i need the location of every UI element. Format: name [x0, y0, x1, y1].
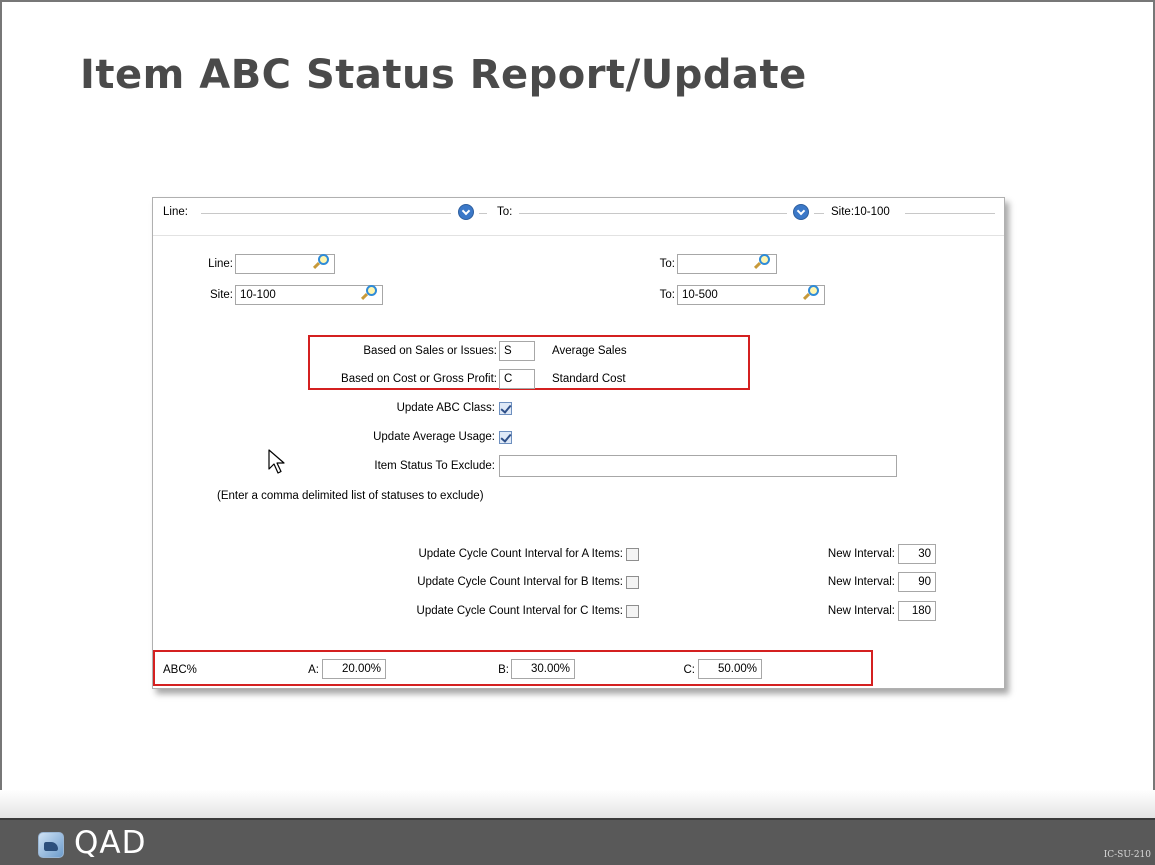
abc-b-label: B: [498, 664, 509, 676]
cycle-c-label: Update Cycle Count Interval for C Items: [416, 605, 623, 617]
exclude-status-label: Item Status To Exclude: [374, 460, 495, 472]
cycle-c-interval-label: New Interval: [827, 605, 895, 617]
abc-c-label: C: [683, 664, 696, 676]
slide-title: Item ABC Status Report/Update [80, 52, 807, 98]
header-divider [905, 213, 995, 214]
exclude-status-input[interactable] [499, 455, 897, 477]
header-line-label: Line: [163, 206, 188, 218]
cycle-b-interval-label: New Interval: [827, 576, 895, 588]
line-to-lookup-icon[interactable] [753, 254, 770, 270]
abc-status-form: Line: To: Site:10-100 Line: To: Site: 10… [152, 197, 1005, 689]
line-from-label: Line: [208, 258, 233, 270]
cycle-a-interval-input[interactable]: 30 [898, 544, 936, 564]
qad-logo-icon [38, 832, 64, 858]
exclude-status-hint: (Enter a comma delimited list of statuse… [217, 490, 484, 502]
cost-basis-input[interactable]: C [499, 369, 535, 389]
abc-a-input[interactable]: 20.00% [322, 659, 386, 679]
update-abc-checkbox[interactable] [499, 402, 512, 415]
header-divider [519, 213, 787, 214]
footer-gradient [0, 790, 1155, 818]
site-lookup-icon[interactable] [360, 285, 377, 301]
cycle-a-checkbox[interactable] [626, 548, 639, 561]
update-usage-checkbox[interactable] [499, 431, 512, 444]
qad-logo-text: QAD [74, 825, 147, 861]
sales-basis-desc: Average Sales [552, 345, 627, 357]
abc-c-input[interactable]: 50.00% [698, 659, 762, 679]
abc-percent-label: ABC% [163, 664, 197, 676]
cost-basis-label: Based on Cost or Gross Profit: [341, 373, 497, 385]
abc-a-label: A: [308, 664, 319, 676]
sales-basis-input[interactable]: S [499, 341, 535, 361]
cycle-a-label: Update Cycle Count Interval for A Items: [418, 548, 623, 560]
update-usage-label: Update Average Usage: [373, 431, 495, 443]
update-abc-label: Update ABC Class: [396, 402, 495, 414]
header-bar: Line: To: Site:10-100 [153, 198, 1004, 236]
cycle-c-checkbox[interactable] [626, 605, 639, 618]
cycle-a-interval-label: New Interval: [827, 548, 895, 560]
site-to-label: To: [659, 289, 675, 301]
header-divider [814, 213, 824, 214]
line-lookup-icon[interactable] [312, 254, 329, 270]
header-site-label: Site:10-100 [831, 206, 890, 218]
site-to-lookup-icon[interactable] [802, 285, 819, 301]
cycle-b-interval-input[interactable]: 90 [898, 572, 936, 592]
slide-footer: QAD IC-SU-210 [0, 818, 1155, 865]
line-dropdown-icon[interactable] [458, 204, 474, 220]
cycle-b-label: Update Cycle Count Interval for B Items: [417, 576, 623, 588]
mouse-pointer-icon [268, 449, 285, 474]
to-dropdown-icon[interactable] [793, 204, 809, 220]
cost-basis-desc: Standard Cost [552, 373, 626, 385]
cycle-c-interval-input[interactable]: 180 [898, 601, 936, 621]
header-to-label: To: [497, 206, 513, 218]
site-from-label: Site: [209, 289, 233, 301]
line-to-label: To: [659, 258, 675, 270]
slide-code: IC-SU-210 [1103, 850, 1151, 860]
header-divider [201, 213, 451, 214]
abc-b-input[interactable]: 30.00% [511, 659, 575, 679]
cycle-b-checkbox[interactable] [626, 576, 639, 589]
header-divider [479, 213, 487, 214]
sales-basis-label: Based on Sales or Issues: [363, 345, 497, 357]
